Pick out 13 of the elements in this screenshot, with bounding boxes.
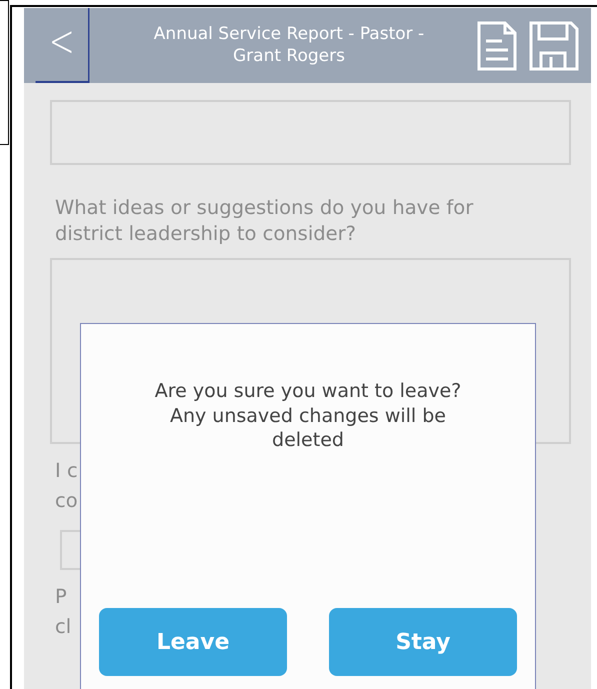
document-icon[interactable]	[477, 20, 517, 70]
question-label: co	[55, 488, 78, 514]
dialog-button[interactable]: Stay	[329, 608, 517, 676]
dialog-button[interactable]: Leave	[99, 608, 287, 676]
question-label: P	[55, 584, 67, 610]
question-label: What ideas or suggestions do you have for district leadership to consider?	[55, 195, 474, 248]
question-label: I c	[55, 458, 78, 484]
dialog-message: Are you sure you want to leave? Any unsaved changes will be deleted	[154, 379, 462, 454]
text-field[interactable]	[50, 100, 571, 165]
save-icon[interactable]	[529, 20, 579, 70]
back-button[interactable]: <	[36, 8, 90, 83]
page-title: Annual Service Report - Pastor - Grant Rogers	[152, 24, 426, 67]
question-label: cl	[55, 614, 72, 640]
